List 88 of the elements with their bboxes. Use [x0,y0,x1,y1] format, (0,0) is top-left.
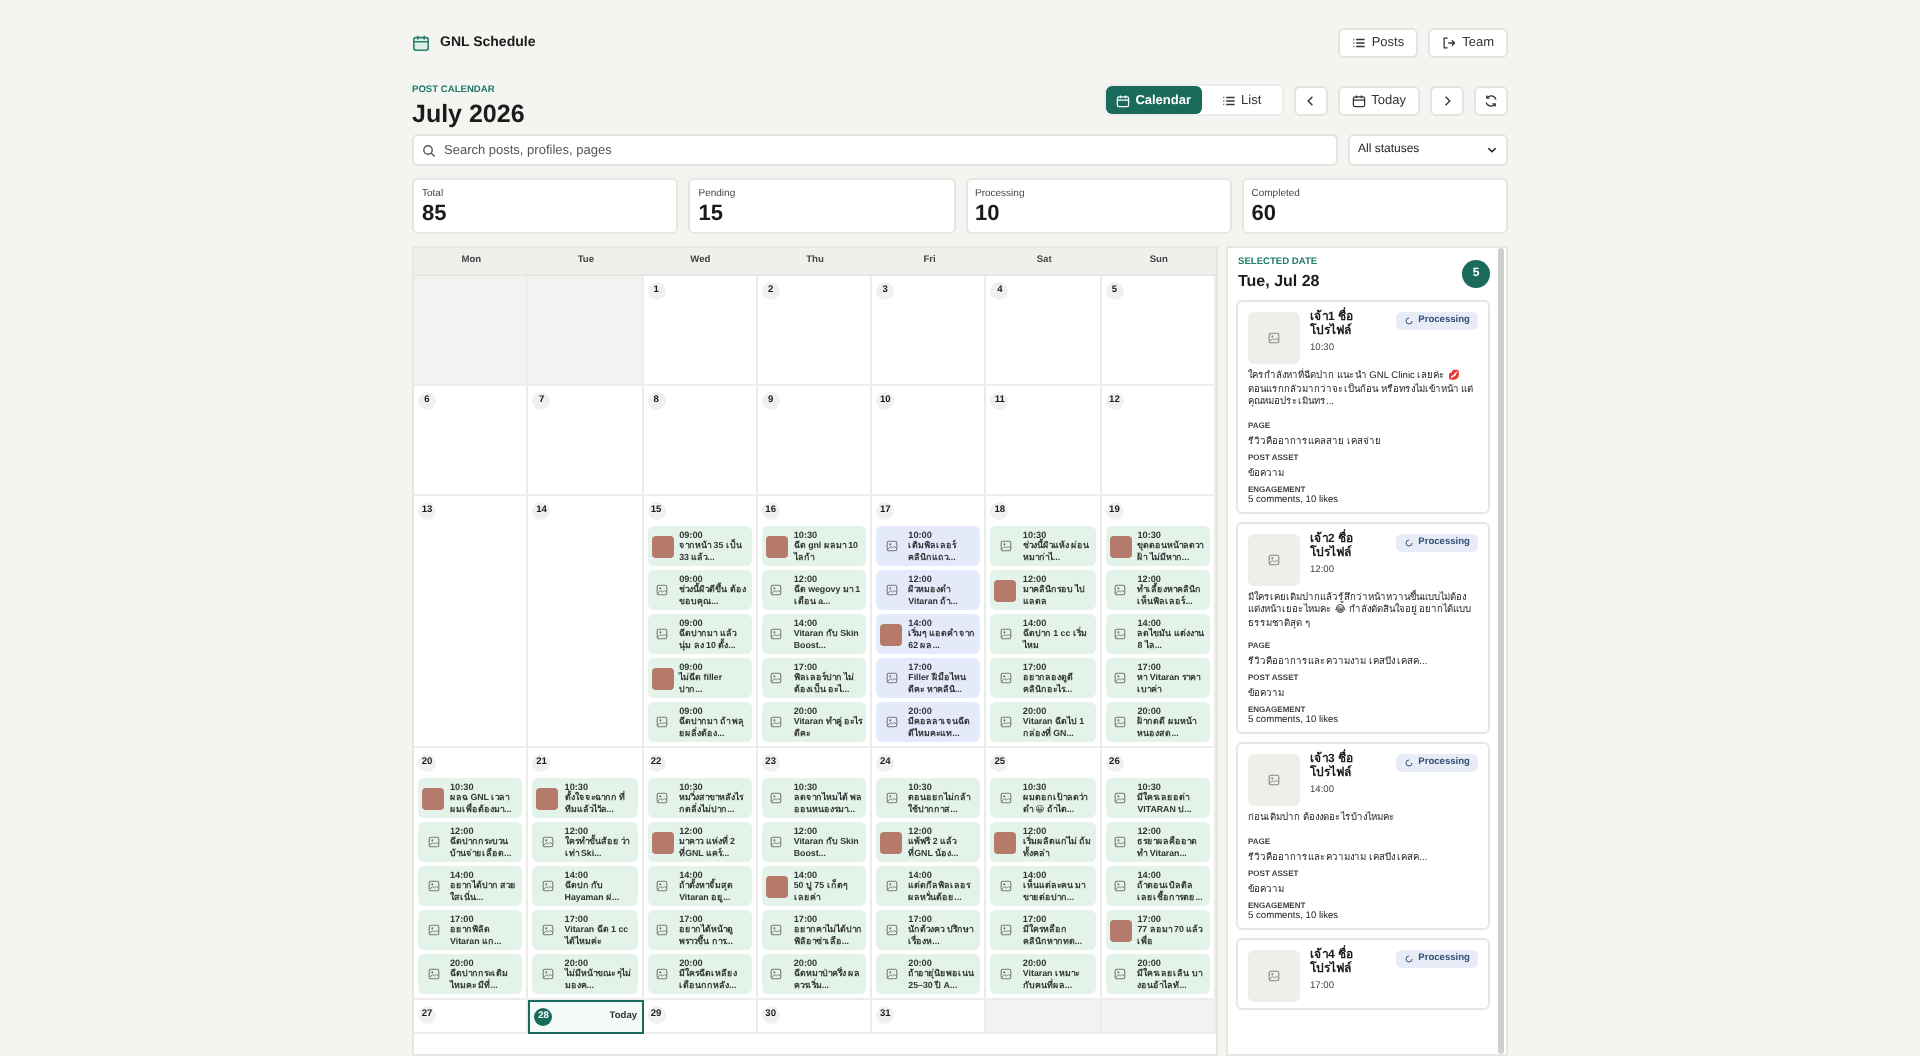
image-icon [1114,628,1127,640]
list-icon [1351,35,1366,49]
image-icon [770,924,783,936]
photo-placeholder [536,787,559,809]
image-icon [770,672,783,684]
image-icon [1114,792,1127,804]
image-icon [1114,584,1127,596]
image-icon [427,968,439,980]
image-icon [1114,716,1127,728]
image-icon [1114,672,1127,684]
photo-placeholder [765,875,788,897]
image-icon [1114,968,1127,980]
calendar-icon [1351,93,1366,107]
image-icon [1268,332,1280,344]
image-icon [656,584,669,596]
logout-icon [1442,35,1457,49]
search-icon [422,143,436,157]
image-icon [885,672,898,684]
spinner-icon [1404,953,1415,963]
stat-value: 10 [975,202,1002,226]
photo-placeholder [1109,535,1132,557]
refresh-button[interactable] [1474,85,1508,115]
post-card[interactable] [1236,521,1490,734]
photo-placeholder [422,787,444,809]
image-icon [1114,836,1127,848]
image-icon [999,880,1012,892]
image-icon [770,968,783,980]
photo-placeholder [651,535,674,557]
photo-placeholder [765,535,788,557]
image-icon [770,584,783,596]
image-icon [885,792,898,804]
stat-value: 60 [1251,202,1278,226]
image-icon [656,792,669,804]
image-icon [1268,774,1280,786]
chevron-left-icon [1303,93,1318,107]
image-icon [999,716,1012,728]
image-icon [1268,553,1280,565]
image-icon [656,716,669,728]
image-icon [541,968,554,980]
image-icon [770,716,783,728]
image-icon [885,584,898,596]
image-icon [541,836,554,848]
image-icon [999,792,1012,804]
spinner-icon [1404,758,1415,768]
image-icon [656,880,669,892]
selected-date: Tue, Jul 28 [1238,272,1320,290]
image-icon [1268,969,1280,981]
chevron-right-icon [1440,93,1454,107]
calendar-icon [412,33,430,51]
image-icon [541,880,554,892]
refresh-icon [1484,93,1498,107]
photo-placeholder [994,831,1017,853]
chevron-down-icon [1486,144,1498,156]
image-icon [885,716,898,728]
photo-placeholder [880,623,903,645]
month-title: July 2026 [412,100,525,128]
stat-value: 85 [422,202,449,226]
image-icon [541,924,554,936]
post-card[interactable] [1236,300,1490,513]
image-icon [999,628,1012,640]
photo-placeholder [880,831,903,853]
image-icon [999,540,1012,552]
image-icon [656,968,669,980]
photo-placeholder [651,667,674,689]
image-icon [770,628,783,640]
image-icon [770,836,783,848]
spinner-icon [1404,316,1415,326]
image-icon [1114,880,1127,892]
photo-placeholder [651,831,674,853]
list-icon [1221,93,1236,107]
image-icon [656,924,669,936]
image-icon [770,792,783,804]
image-icon [999,968,1012,980]
image-icon [427,836,439,848]
image-icon [885,880,898,892]
stat-value: 15 [698,202,725,226]
image-icon [999,672,1012,684]
image-icon [885,924,898,936]
photo-placeholder [994,579,1017,601]
image-icon [999,924,1012,936]
image-icon [656,628,669,640]
image-icon [885,540,898,552]
image-icon [885,968,898,980]
photo-placeholder [1109,919,1132,941]
image-icon [427,924,439,936]
image-icon [427,880,439,892]
spinner-icon [1404,537,1415,547]
calendar-icon [1115,93,1130,107]
